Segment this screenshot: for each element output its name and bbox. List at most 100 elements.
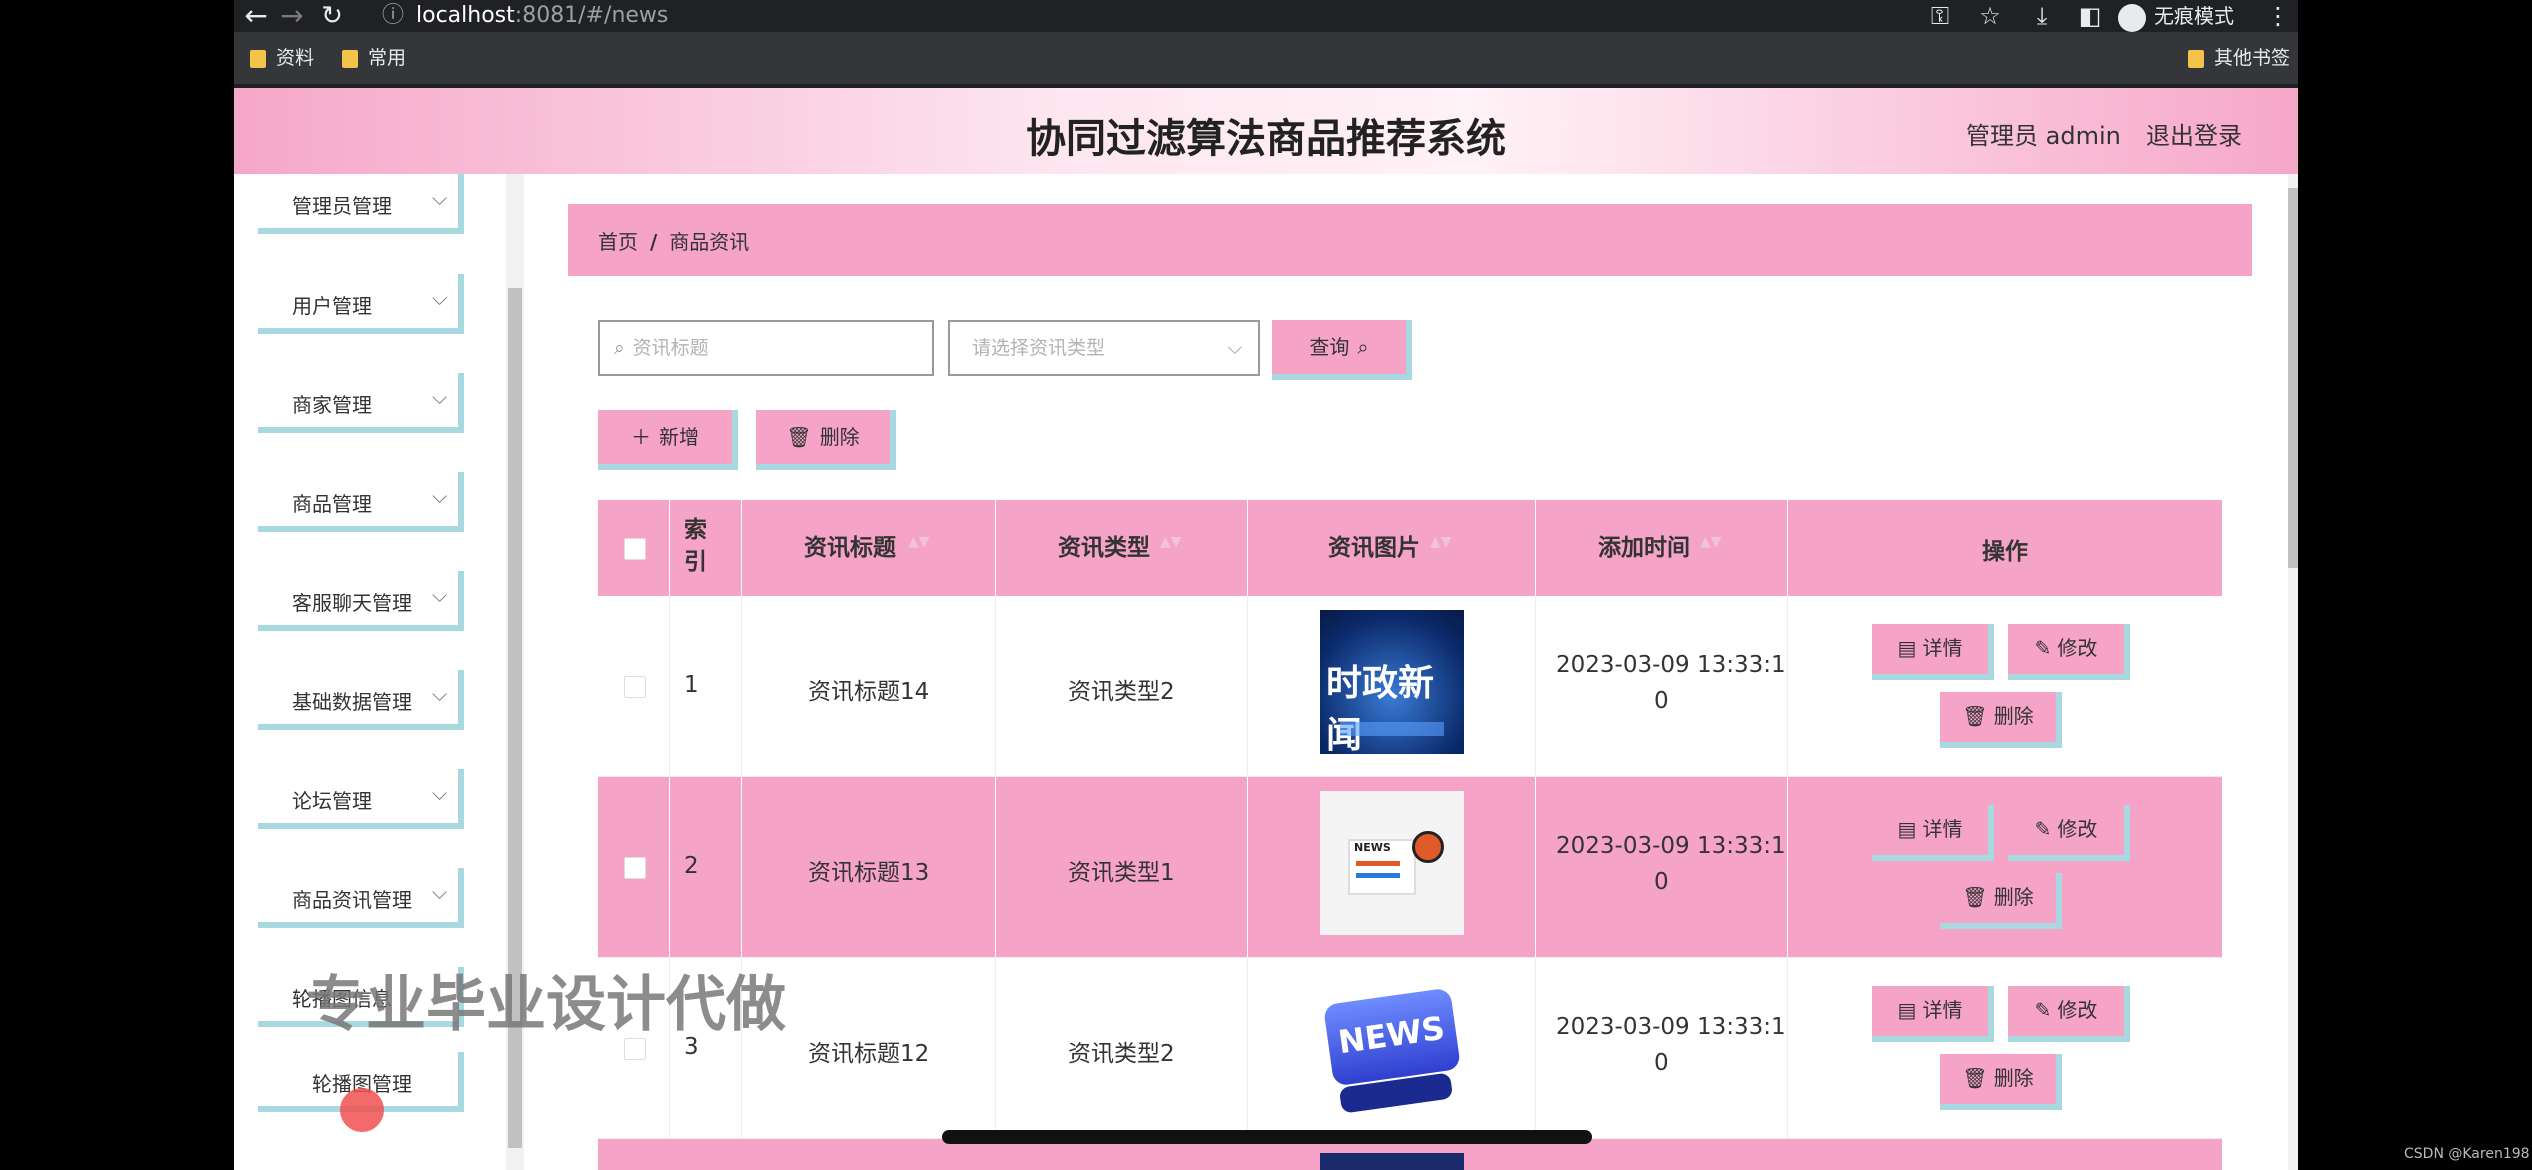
row-time-tail: 0 [1654,688,1669,714]
folder-icon [342,49,358,68]
bookmark-folder-changyong[interactable]: 常用 [342,44,406,72]
sidebar-item-label: 用户管理 [292,294,372,318]
star-icon[interactable]: ☆ [1974,0,2006,32]
edit-label: 修改 [2057,998,2098,1022]
detail-button[interactable]: ▤ 详情 [1872,986,1994,1042]
sidebar-item-basedata[interactable]: 基础数据管理 ⌵ [258,670,464,730]
detail-button[interactable]: ▤ 详情 [1872,805,1994,861]
sidebar-item-label: 商品资讯管理 [292,888,412,912]
back-icon[interactable]: ← [238,0,274,32]
sidebar-item-merchants[interactable]: 商家管理 ⌵ [258,373,464,433]
more-menu-icon[interactable]: ⋮ [2266,0,2290,32]
url-host: localhost [416,3,515,28]
select-cell [598,777,670,957]
batch-delete-label: 删除 [819,425,860,449]
credit-text: CSDN @Karen198 [2404,1146,2530,1162]
header-title-cell[interactable]: 资讯标题 ▲▼ [742,500,996,596]
header-type-cell[interactable]: 资讯类型 ▲▼ [996,500,1248,596]
sort-icon: ▲▼ [908,534,930,550]
batch-delete-button[interactable]: 🗑 删除 [756,410,896,470]
bookmark-folder-ziliao[interactable]: 资料 [250,44,314,72]
news-thumbnail[interactable]: 时政新闻 [1320,610,1464,754]
header-time: 添加时间 [1598,535,1690,561]
edit-button[interactable]: ✎ 修改 [2008,624,2130,680]
header-index-cell: 索引 [670,500,742,596]
chevron-down-icon: ⌵ [432,286,448,310]
ops-cell: ▤ 详情 ✎ 修改 🗑 删除 [1788,777,2222,957]
other-bookmarks[interactable]: 其他书签 [2188,44,2290,72]
news-thumbnail[interactable] [1320,1153,1464,1170]
sidebar-item-forum[interactable]: 论坛管理 ⌵ [258,769,464,829]
sidebar-item-users[interactable]: 用户管理 ⌵ [258,274,464,334]
home-indicator [942,1130,1592,1144]
chevron-down-icon: ⌵ [432,682,448,706]
sidebar-item-label: 基础数据管理 [292,690,412,714]
time-cell: 2023-03-09 13:33:1 0 [1536,958,1788,1138]
detail-label: 详情 [1922,817,1963,841]
other-bookmarks-label: 其他书签 [2214,47,2291,69]
page-scrollbar-thumb[interactable] [2288,188,2298,568]
sidepanel-icon[interactable]: ◧ [2074,0,2106,32]
image-cell: 时政新闻 [1248,596,1536,776]
search-title-input[interactable]: ⌕ 资讯标题 [598,320,934,376]
header-image: 资讯图片 [1328,535,1420,561]
detail-button[interactable]: ▤ 详情 [1872,624,1994,680]
table-row: 3 资讯标题12 资讯类型2 NEWS 2023-03-09 13:33:1 0 [598,958,2222,1139]
type-cell: 资讯类型1 [996,777,1248,957]
sidebar-item-products[interactable]: 商品管理 ⌵ [258,472,464,532]
incognito-indicator[interactable]: 无痕模式 [2118,2,2234,32]
add-button[interactable]: ＋ 新增 [598,410,738,470]
plus-icon: ＋ [631,425,651,449]
row-title: 资讯标题12 [808,1041,930,1067]
row-type: 资讯类型2 [1068,1041,1175,1067]
header-type: 资讯类型 [1058,535,1150,561]
forward-icon[interactable]: → [274,0,310,32]
delete-button[interactable]: 🗑 删除 [1940,692,2062,748]
download-icon[interactable]: ⤓ [2026,0,2058,32]
row-checkbox[interactable] [624,676,646,698]
thumbnail-caption: NEWS [1354,841,1391,854]
table-header: 索引 资讯标题 ▲▼ 资讯类型 ▲▼ 资讯图片 ▲▼ 添加时间 ▲▼ 操作 [598,500,2222,596]
image-cell: NEWS [1248,777,1536,957]
sort-icon: ▲▼ [1430,534,1452,550]
url-field[interactable]: ⓘ localhost:8081/#/news [382,0,668,32]
news-thumbnail[interactable]: NEWS [1320,791,1464,935]
type-cell: 资讯类型2 [996,958,1248,1138]
detail-label: 详情 [1922,998,1963,1022]
news-type-placeholder: 请选择资讯类型 [972,337,1106,359]
sidebar-item-chat[interactable]: 客服聊天管理 ⌵ [258,571,464,631]
document-icon: ▤ [1897,817,1917,841]
edit-label: 修改 [2057,636,2098,660]
row-checkbox[interactable] [624,857,646,879]
sidebar-item-admin[interactable]: 管理员管理 ⌵ [258,174,464,234]
reload-icon[interactable]: ↻ [314,0,350,32]
select-all-checkbox[interactable] [624,538,646,560]
trash-icon: 🗑 [1962,1066,1988,1090]
delete-button[interactable]: 🗑 删除 [1940,873,2062,929]
key-icon[interactable]: ⚿ [1924,0,1956,32]
row-index: 1 [684,672,699,698]
chevron-down-icon: ⌵ [432,484,448,508]
sidebar-item-news[interactable]: 商品资讯管理 ⌵ [258,868,464,928]
query-button[interactable]: 查询 ⌕ [1272,320,1412,380]
sort-icon: ▲▼ [1160,534,1182,550]
news-thumbnail[interactable]: NEWS [1320,972,1464,1116]
trash-icon: 🗑 [1962,885,1988,909]
logout-link[interactable]: 退出登录 [2146,116,2242,151]
row-time: 2023-03-09 13:33:1 [1556,833,1786,859]
header-image-cell[interactable]: 资讯图片 ▲▼ [1248,500,1536,596]
header-ops: 操作 [1982,539,2028,565]
edit-label: 修改 [2057,817,2098,841]
row-type: 资讯类型2 [1068,679,1175,705]
breadcrumb-home[interactable]: 首页 [598,230,638,254]
edit-button[interactable]: ✎ 修改 [2008,805,2130,861]
header-time-cell[interactable]: 添加时间 ▲▼ [1536,500,1788,596]
edit-button[interactable]: ✎ 修改 [2008,986,2130,1042]
row-type: 资讯类型1 [1068,860,1175,886]
document-icon: ▤ [1897,636,1917,660]
search-icon: ⌕ [614,337,625,359]
select-cell [598,596,670,776]
news-type-select[interactable]: 请选择资讯类型 ⌵ [948,320,1260,376]
address-bar-row: ← → ↻ ⓘ localhost:8081/#/news ⚿ ☆ ⤓ ◧ 无痕模… [234,0,2298,32]
delete-button[interactable]: 🗑 删除 [1940,1054,2062,1110]
